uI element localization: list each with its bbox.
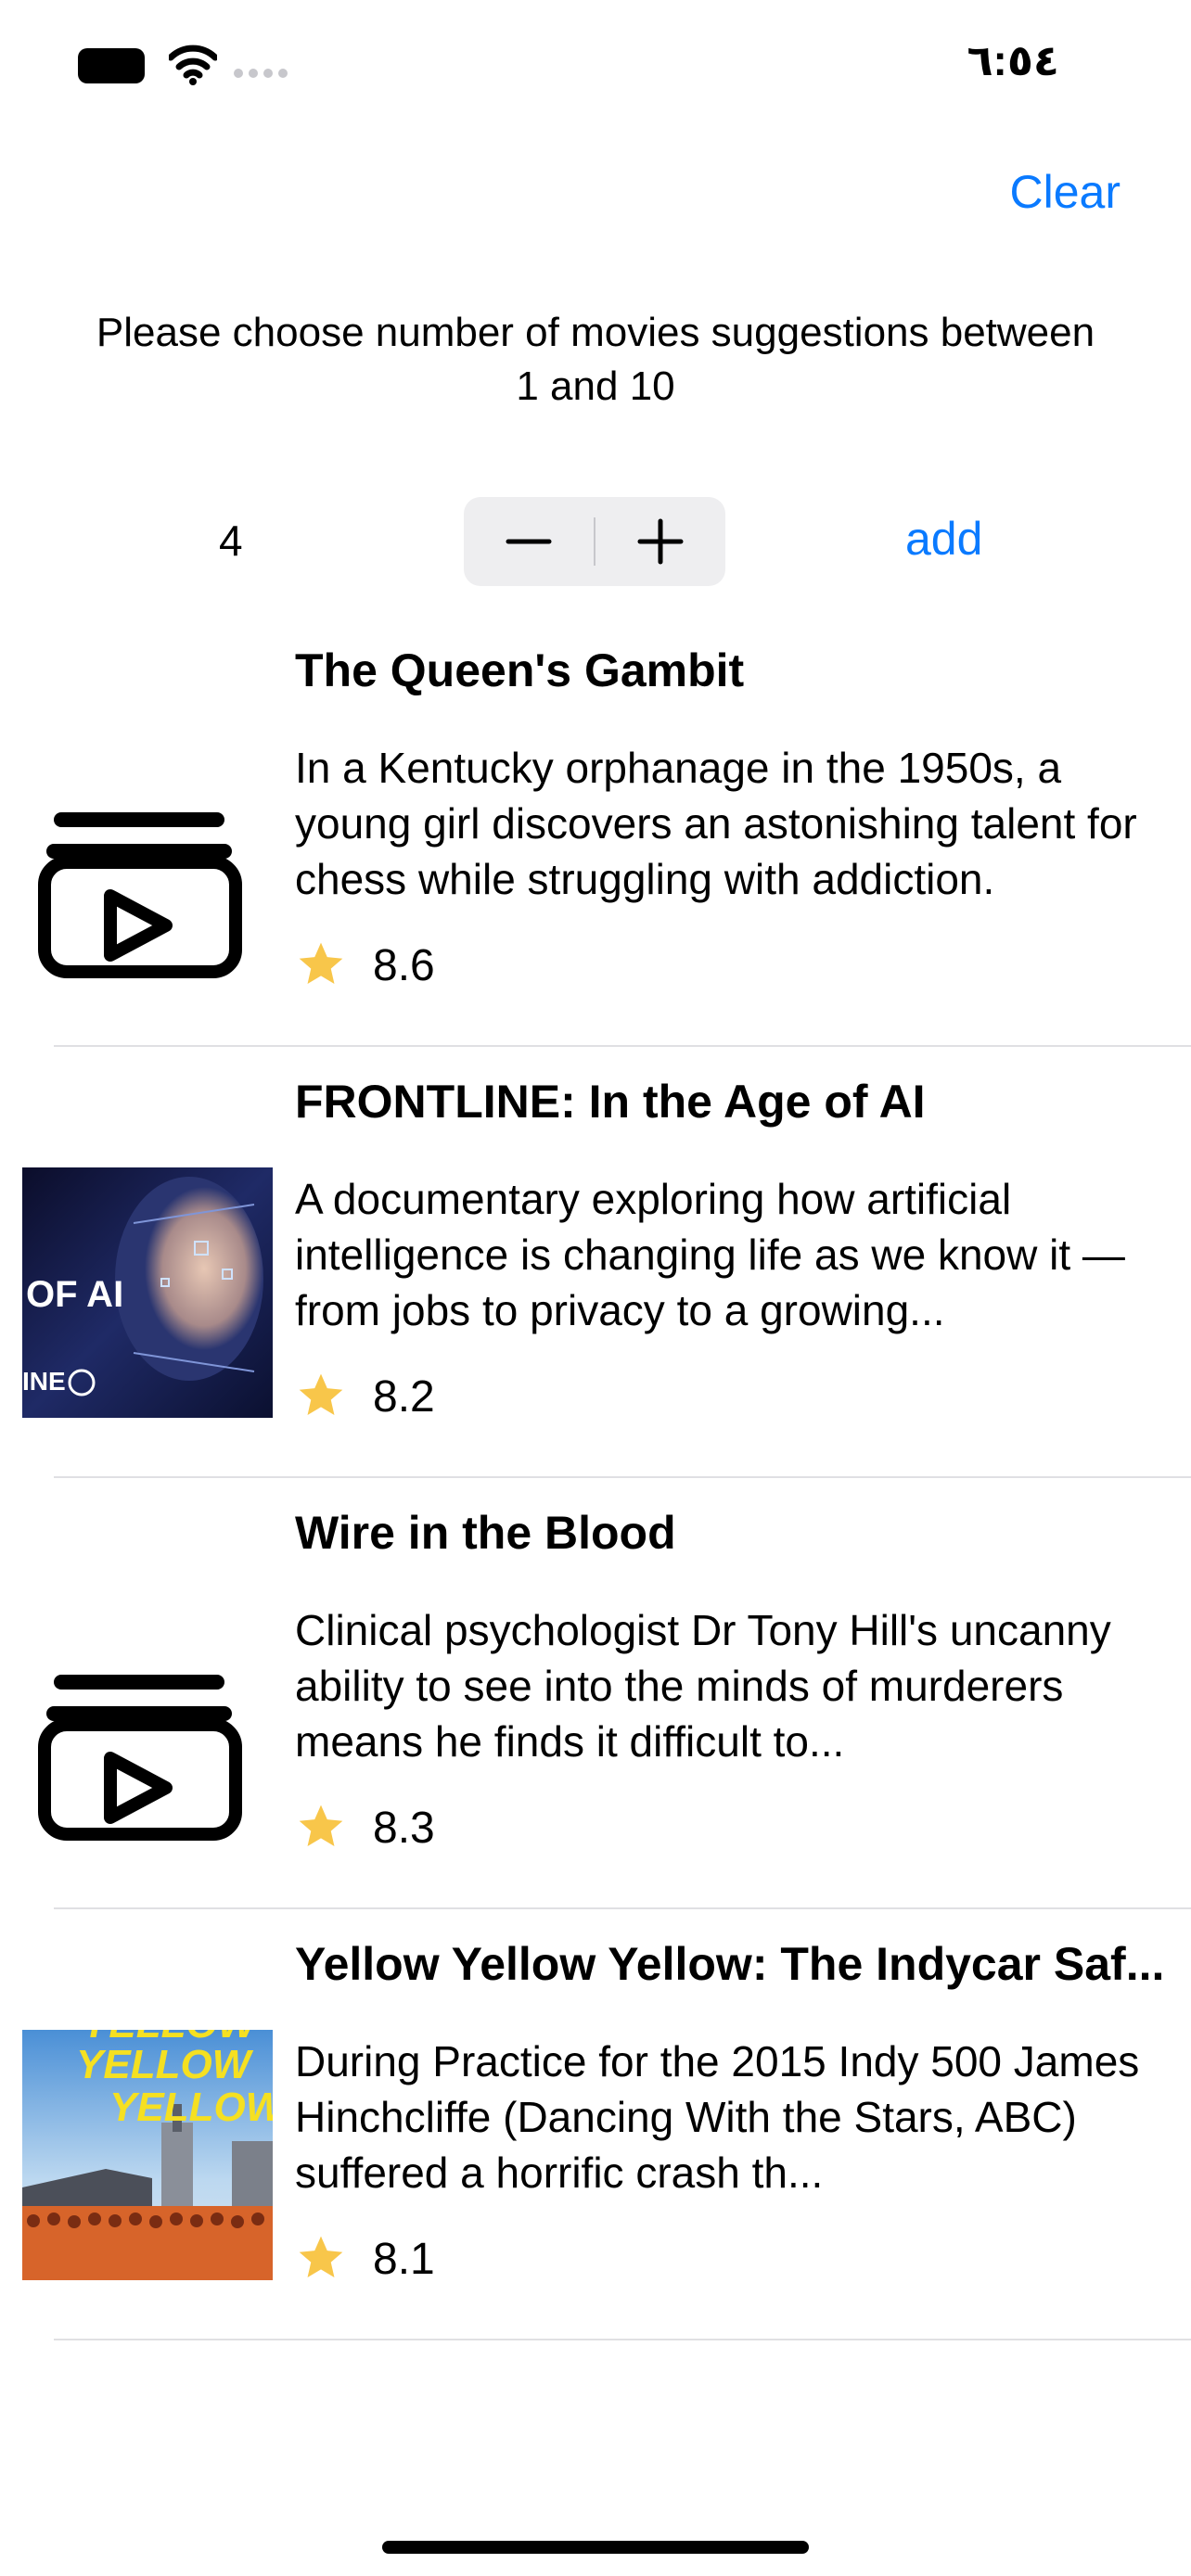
poster-title-text: YELLOW: [76, 2042, 254, 2087]
status-time: ٦:٥٤: [967, 36, 1059, 84]
movie-rating: 8.1: [373, 2235, 435, 2284]
movie-row[interactable]: OF AI INE FRONTLINE: In the Age of AI A …: [0, 1047, 1191, 1478]
movie-rating: 8.3: [373, 1804, 435, 1853]
clear-button[interactable]: Clear: [1010, 165, 1121, 219]
minus-icon: [506, 539, 552, 544]
poster-title-text: YELLOW: [82, 2030, 260, 2047]
decrement-button[interactable]: [464, 497, 594, 586]
video-library-icon: [38, 1675, 242, 1841]
movie-row[interactable]: The Queen's Gambit In a Kentucky orphana…: [0, 616, 1191, 1047]
poster-image: YELLOW YELLOW YELLOW: [22, 2030, 273, 2280]
poster-subtext: INE: [22, 1367, 66, 1396]
movie-row[interactable]: Wire in the Blood Clinical psychologist …: [0, 1478, 1191, 1909]
movie-description: A documentary exploring how artificial i…: [295, 1175, 1125, 1334]
increment-button[interactable]: [596, 497, 725, 586]
movie-description: In a Kentucky orphanage in the 1950s, a …: [295, 744, 1137, 903]
movie-title: FRONTLINE: In the Age of AI: [295, 1076, 926, 1128]
poster-title-text: YELLOW: [109, 2085, 273, 2130]
home-indicator[interactable]: [382, 2541, 809, 2554]
row-separator: [54, 2339, 1191, 2340]
plus-icon: [637, 518, 684, 565]
poster-title-text: OF AI: [26, 1274, 123, 1315]
video-library-icon: [38, 812, 242, 978]
add-button[interactable]: add: [905, 512, 982, 566]
poster-image: OF AI INE: [22, 1167, 273, 1418]
movie-rating: 8.2: [373, 1372, 435, 1422]
movie-title: The Queen's Gambit: [295, 644, 745, 696]
status-bar: ٦:٥٤: [0, 0, 1191, 139]
movie-rating: 8.6: [373, 941, 435, 990]
star-icon: [299, 942, 343, 984]
star-icon: [299, 1373, 343, 1415]
movie-description: Clinical psychologist Dr Tony Hill's unc…: [295, 1606, 1111, 1766]
instructions-text: Please choose number of movies suggestio…: [96, 310, 1095, 409]
cellular-signal-icon: [234, 69, 288, 78]
battery-icon: [78, 48, 152, 83]
count-stepper: [464, 497, 725, 586]
star-icon: [299, 2236, 343, 2277]
wifi-icon: [169, 45, 217, 85]
movie-title: Wire in the Blood: [295, 1507, 676, 1559]
star-icon: [299, 1804, 343, 1846]
movie-row[interactable]: YELLOW YELLOW YELLOW Yellow Yellow Yello…: [0, 1909, 1191, 2340]
suggestion-count: 4: [219, 516, 243, 565]
movie-list: The Queen's Gambit In a Kentucky orphana…: [0, 616, 1191, 2340]
movie-description: During Practice for the 2015 Indy 500 Ja…: [295, 2037, 1140, 2197]
movie-title: Yellow Yellow Yellow: The Indycar Saf...: [295, 1938, 1165, 1990]
